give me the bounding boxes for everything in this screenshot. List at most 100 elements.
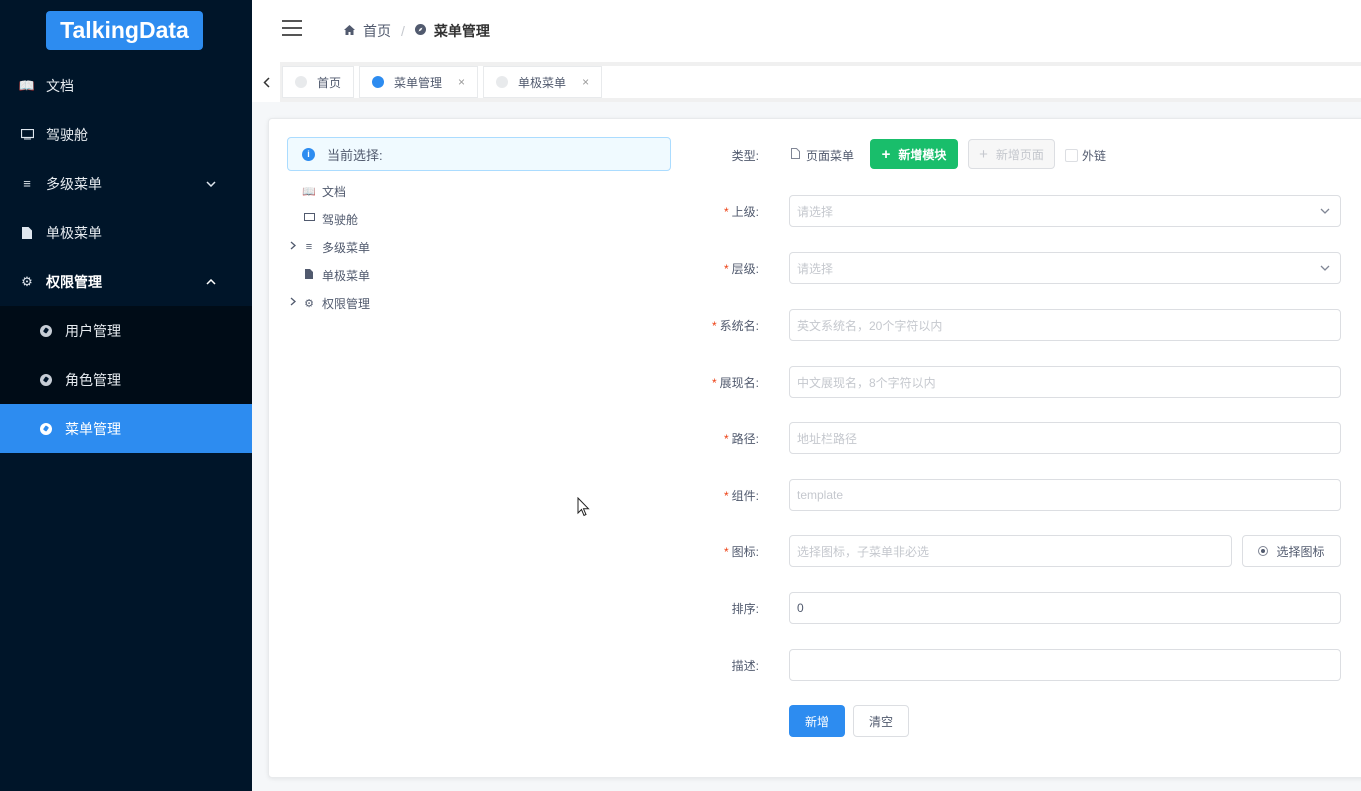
menu-lines-icon: ≡	[305, 241, 313, 253]
tree-node-multilevel[interactable]: ≡ 多级菜单	[287, 233, 370, 261]
external-link-checkbox[interactable]: 外链	[1065, 147, 1106, 164]
chevron-left-icon[interactable]	[252, 62, 280, 102]
file-icon	[20, 226, 34, 240]
menu-tree: 📖 文档 驾驶舱 ≡ 多级菜单 单极菜单 ⚙ 权限管理	[287, 177, 370, 317]
type-page-menu: 页面菜单	[791, 147, 854, 164]
icon-row: * 图标: 选择图标，子菜单非必选 选择图标	[699, 535, 1361, 567]
tabs-bar: 首页 菜单管理 × 单极菜单 ×	[252, 62, 1361, 102]
tree-node-docs[interactable]: 📖 文档	[287, 177, 370, 205]
level-row: * 层级: 请选择	[699, 252, 1361, 284]
book-icon: 📖	[302, 185, 316, 198]
target-icon	[1258, 546, 1269, 556]
file-icon	[302, 268, 316, 282]
breadcrumb-home[interactable]: 首页	[363, 21, 391, 41]
menu-lines-icon: ≡	[23, 176, 31, 191]
close-icon[interactable]: ×	[582, 75, 589, 89]
sidebar-item-multilevel[interactable]: ≡ 多级菜单	[0, 159, 252, 208]
plus-icon: +	[881, 145, 891, 163]
sysname-row: * 系统名: 英文系统名，20个字符以内	[699, 309, 1361, 341]
sidebar-item-users[interactable]: 用户管理	[0, 306, 252, 355]
order-row: 排序: 0	[699, 592, 1361, 624]
tree-node-single[interactable]: 单极菜单	[287, 261, 370, 289]
chevron-up-icon	[206, 257, 216, 306]
tab-label: 菜单管理	[394, 75, 443, 90]
menu-form: 类型: 页面菜单 + 新增模块 + 新增页面 外链 * 上级: 请选择 * 层级…	[699, 119, 1361, 779]
current-selection-label: 当前选择:	[327, 147, 383, 163]
tab-label: 单极菜单	[518, 75, 567, 90]
display-name-input[interactable]: 中文展现名，8个字符以内	[789, 366, 1341, 398]
plus-icon: +	[979, 145, 988, 163]
tab-single-menu[interactable]: 单极菜单 ×	[483, 66, 603, 98]
clear-button[interactable]: 清空	[853, 705, 909, 737]
file-outline-icon	[791, 148, 800, 162]
breadcrumb: 首页 / 菜单管理	[344, 21, 490, 41]
home-icon	[344, 24, 355, 38]
tree-node-label: 文档	[322, 184, 347, 199]
close-icon[interactable]: ×	[458, 75, 465, 89]
sysname-input[interactable]: 英文系统名，20个字符以内	[789, 309, 1341, 341]
parent-label: 上级:	[731, 204, 759, 219]
sidebar-menu: 📖 文档 驾驶舱 ≡ 多级菜单 单极菜单 ⚙ 权限管理 用户管理 角色管理 菜单…	[0, 61, 252, 453]
description-input[interactable]	[789, 649, 1341, 681]
parent-row: * 上级: 请选择	[699, 195, 1361, 227]
sidebar-item-label: 文档	[46, 77, 74, 94]
description-row: 描述:	[699, 649, 1361, 681]
sidebar-item-label: 角色管理	[65, 371, 121, 388]
type-value: 页面菜单	[806, 148, 855, 163]
parent-select[interactable]: 请选择	[789, 195, 1341, 227]
path-row: * 路径: 地址栏路径	[699, 422, 1361, 454]
sidebar-item-menus[interactable]: 菜单管理	[0, 404, 252, 453]
tab-status-dot	[372, 76, 385, 88]
compass-icon	[40, 422, 52, 435]
compass-icon	[40, 373, 52, 386]
path-label: 路径:	[731, 431, 759, 446]
tab-menu-management[interactable]: 菜单管理 ×	[359, 66, 479, 98]
tree-node-label: 驾驶舱	[322, 212, 359, 227]
component-row: * 组件: template	[699, 479, 1361, 511]
sidebar-item-cockpit[interactable]: 驾驶舱	[0, 110, 252, 159]
level-label: 层级:	[731, 261, 759, 276]
sidebar: TalkingData 📖 文档 驾驶舱 ≡ 多级菜单 单极菜单 ⚙ 权限管理 …	[0, 0, 252, 791]
icon-input[interactable]: 选择图标，子菜单非必选	[789, 535, 1232, 567]
chevron-right-icon[interactable]	[287, 241, 299, 253]
description-label: 描述:	[731, 658, 759, 673]
sidebar-item-label: 驾驶舱	[46, 126, 88, 143]
sidebar-item-docs[interactable]: 📖 文档	[0, 61, 252, 110]
submit-add-button[interactable]: 新增	[789, 705, 845, 737]
icon-label: 图标:	[731, 544, 759, 559]
gear-icon: ⚙	[304, 297, 314, 310]
type-label: 类型:	[731, 148, 759, 163]
monitor-icon	[302, 213, 316, 225]
path-input[interactable]: 地址栏路径	[789, 422, 1341, 454]
compass-icon	[414, 24, 426, 38]
monitor-icon	[20, 128, 34, 142]
menu-management-card: i 当前选择: 📖 文档 驾驶舱 ≡ 多级菜单 单极菜单 ⚙ 权限管理 类型: …	[268, 118, 1361, 778]
compass-icon	[40, 324, 52, 337]
current-selection-alert: i 当前选择:	[287, 137, 671, 171]
tree-node-label: 单极菜单	[322, 268, 371, 283]
info-icon: i	[302, 147, 315, 161]
component-label: 组件:	[731, 488, 759, 503]
sidebar-item-roles[interactable]: 角色管理	[0, 355, 252, 404]
hamburger-menu-icon[interactable]	[282, 20, 302, 36]
permissions-submenu: 用户管理 角色管理 菜单管理	[0, 306, 252, 453]
chevron-down-icon	[206, 159, 216, 208]
select-icon-button[interactable]: 选择图标	[1242, 535, 1341, 567]
level-select[interactable]: 请选择	[789, 252, 1341, 284]
add-module-button[interactable]: + 新增模块	[870, 139, 958, 169]
tab-home[interactable]: 首页	[282, 66, 355, 98]
order-input[interactable]: 0	[789, 592, 1341, 624]
order-label: 排序:	[731, 601, 759, 616]
sidebar-item-permissions[interactable]: ⚙ 权限管理	[0, 257, 252, 306]
checkbox-box[interactable]	[1065, 149, 1078, 162]
tree-node-permissions[interactable]: ⚙ 权限管理	[287, 289, 370, 317]
chevron-right-icon[interactable]	[287, 297, 299, 309]
tab-status-dot	[295, 76, 307, 88]
sidebar-item-single[interactable]: 单极菜单	[0, 208, 252, 257]
sidebar-item-label: 权限管理	[46, 273, 102, 290]
type-row: 类型: 页面菜单 + 新增模块 + 新增页面 外链	[699, 139, 1361, 171]
tree-node-cockpit[interactable]: 驾驶舱	[287, 205, 370, 233]
add-page-button[interactable]: + 新增页面	[968, 139, 1055, 169]
component-input[interactable]: template	[789, 479, 1341, 511]
logo[interactable]: TalkingData	[46, 11, 203, 50]
